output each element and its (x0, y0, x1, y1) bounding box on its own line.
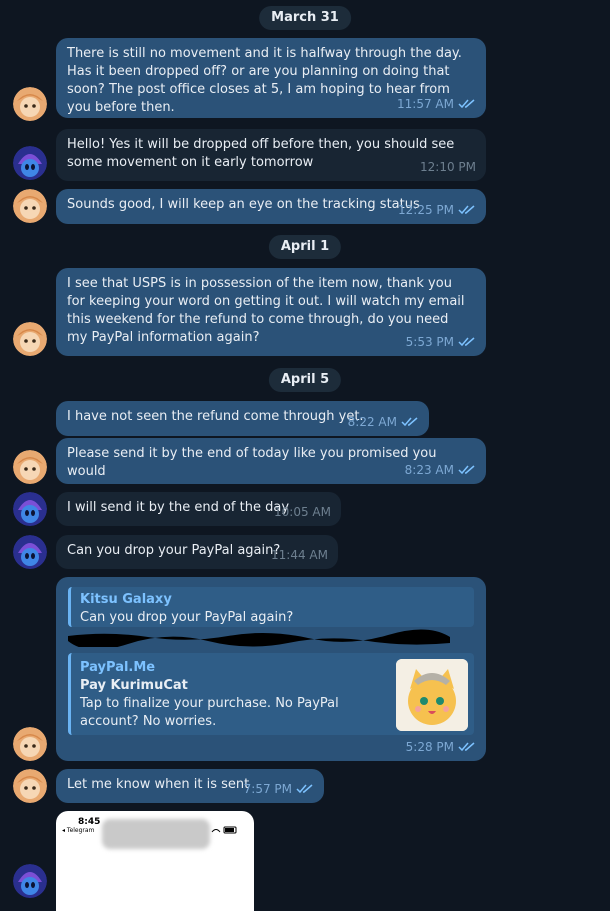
message-meta: 10:05 AM (274, 503, 331, 521)
read-checkmarks-icon (458, 337, 475, 347)
avatar-contact[interactable] (13, 146, 47, 180)
avatar-self[interactable] (13, 322, 47, 356)
avatar-contact[interactable] (13, 492, 47, 526)
message-meta: 11:57 AM (397, 95, 476, 113)
message-meta: 11:44 AM (271, 546, 328, 564)
message-time: 11:44 AM (271, 548, 328, 562)
message-bubble[interactable]: Sounds good, I will keep an eye on the t… (56, 189, 486, 224)
avatar-self[interactable] (13, 769, 47, 803)
message-bubble[interactable]: Let me know when it is sent 7:57 PM (56, 769, 324, 803)
message-text: Hello! Yes it will be dropped off before… (67, 137, 459, 170)
avatar-contact[interactable] (13, 535, 47, 569)
message-time: 12:25 PM (398, 203, 454, 217)
message-meta: 5:53 PM (406, 333, 476, 351)
read-checkmarks-icon (296, 784, 313, 794)
message-meta: 12:25 PM (398, 201, 476, 219)
screenshot-status-time: 8:45 (78, 817, 101, 827)
message-bubble[interactable]: Can you drop your PayPal again? 11:44 AM (56, 535, 338, 569)
message-bubble[interactable]: There is still no movement and it is hal… (56, 38, 486, 118)
redaction-scribble (68, 629, 450, 647)
date-separator-april-5: April 5 (268, 368, 342, 392)
message-bubble[interactable]: I have not seen the refund come through … (56, 401, 429, 436)
message-time: 5:28 PM (405, 740, 454, 754)
message-meta: 5:28 PM (406, 738, 476, 756)
link-preview-thumbnail (396, 659, 468, 731)
message-bubble[interactable]: Please send it by the end of today like … (56, 438, 486, 484)
message-time: 12:10 PM (420, 160, 476, 174)
message-meta: 12:10 PM (420, 158, 476, 176)
message-time: 5:53 PM (405, 335, 454, 349)
screenshot-back-label: ◂ Telegram (62, 827, 95, 834)
avatar-self[interactable] (13, 87, 47, 121)
message-meta: 8:23 AM (405, 461, 476, 479)
avatar-contact[interactable] (13, 864, 47, 898)
message-time: 11:57 AM (397, 97, 454, 111)
date-separator-april-1: April 1 (268, 235, 342, 259)
avatar-self[interactable] (13, 727, 47, 761)
read-checkmarks-icon (458, 465, 475, 475)
message-time: 10:05 AM (274, 505, 331, 519)
message-bubble[interactable]: Hello! Yes it will be dropped off before… (56, 129, 486, 181)
read-checkmarks-icon (458, 99, 475, 109)
reply-quote[interactable]: Kitsu Galaxy Can you drop your PayPal ag… (68, 587, 474, 627)
reply-quote-text: Can you drop your PayPal again? (80, 610, 294, 625)
link-preview[interactable]: PayPal.Me Pay KurimuCat Tap to finalize … (68, 653, 474, 735)
message-bubble[interactable]: I see that USPS is in possession of the … (56, 268, 486, 356)
screenshot-blurred-notification (102, 819, 210, 849)
link-preview-description: Tap to finalize your purchase. No PayPal… (80, 696, 339, 729)
reply-message-bubble[interactable]: Kitsu Galaxy Can you drop your PayPal ag… (56, 577, 486, 761)
message-time: 8:23 AM (404, 463, 454, 477)
image-message[interactable]: 8:45 ◂ Telegram (56, 811, 254, 911)
read-checkmarks-icon (458, 205, 475, 215)
reply-quote-author: Kitsu Galaxy (80, 592, 172, 607)
message-time: 8:22 AM (347, 415, 397, 429)
message-bubble[interactable]: I will send it by the end of the day 10:… (56, 492, 341, 526)
message-meta: 8:22 AM (348, 413, 419, 431)
avatar-self[interactable] (13, 450, 47, 484)
message-meta: 7:57 PM (244, 780, 314, 798)
read-checkmarks-icon (458, 742, 475, 752)
avatar-self[interactable] (13, 189, 47, 223)
read-checkmarks-icon (401, 417, 418, 427)
date-separator-march-31: March 31 (259, 6, 351, 30)
message-time: 7:57 PM (243, 782, 292, 796)
screenshot-status-icons (210, 819, 240, 834)
